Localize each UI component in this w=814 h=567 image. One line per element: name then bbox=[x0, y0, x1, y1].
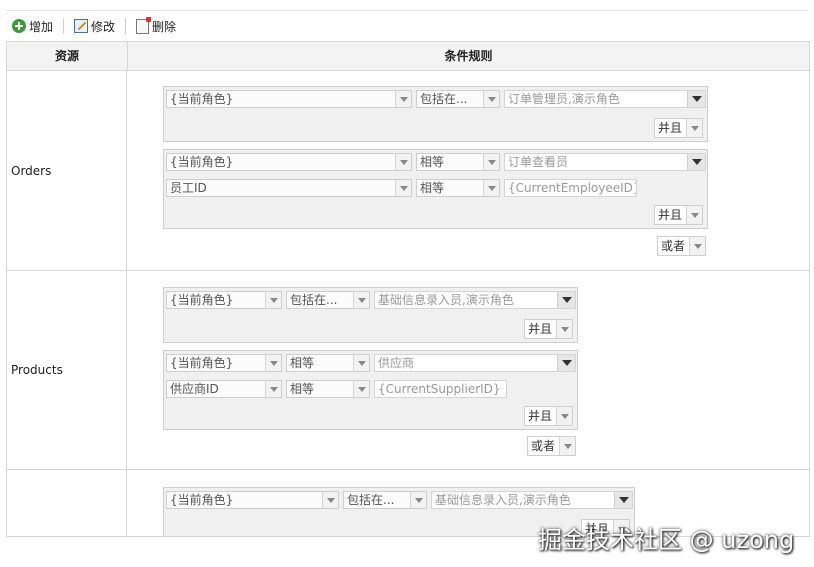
group-logic-select[interactable]: 并且 bbox=[524, 406, 573, 426]
value-input[interactable]: {CurrentEmployeeID} bbox=[504, 179, 637, 197]
table-row[interactable]: Orders {当前角色} 包括在... 订单管理员,演示角色 并且 {当前角色… bbox=[7, 71, 809, 271]
chevron-down-icon bbox=[687, 91, 705, 107]
field-select[interactable]: {当前角色} bbox=[166, 90, 412, 108]
table-row[interactable]: Products {当前角色} 包括在... 基础信息录入员,演示角色 并且 {… bbox=[7, 270, 809, 470]
rule-box: {当前角色} 包括在... 订单管理员,演示角色 并且 {当前角色} 相等 订单… bbox=[143, 81, 711, 259]
value-dropdown[interactable]: 基础信息录入员,演示角色 bbox=[431, 491, 633, 509]
chevron-down-icon bbox=[689, 237, 705, 255]
chevron-down-icon bbox=[265, 355, 281, 371]
chevron-down-icon bbox=[265, 381, 281, 397]
delete-icon bbox=[136, 16, 152, 34]
field-select[interactable]: 供应商ID bbox=[166, 380, 282, 398]
field-select[interactable]: 员工ID bbox=[166, 179, 412, 197]
group-logic-select[interactable]: 并且 bbox=[654, 205, 703, 225]
resource-name: Products bbox=[7, 270, 127, 469]
rule-box: {当前角色} 包括在... 基础信息录入员,演示角色 并且 {当前角色} 相等 … bbox=[143, 280, 603, 458]
field-select[interactable]: {当前角色} bbox=[166, 491, 339, 509]
delete-label: 删除 bbox=[152, 19, 177, 34]
condition-group: {当前角色} 相等 订单查看员 员工ID 相等 {CurrentEmployee… bbox=[163, 149, 708, 229]
resource-name bbox=[7, 469, 127, 536]
operator-select[interactable]: 包括在... bbox=[343, 491, 427, 509]
toolbar-separator bbox=[63, 18, 65, 34]
chevron-down-icon bbox=[483, 91, 499, 107]
plus-circle-icon bbox=[12, 19, 26, 33]
edit-label: 修改 bbox=[91, 19, 116, 34]
chevron-down-icon bbox=[395, 154, 411, 170]
watermark: 掘金技术社区 @ uzong bbox=[538, 526, 795, 554]
value-dropdown[interactable]: 基础信息录入员,演示角色 bbox=[374, 291, 576, 309]
delete-button[interactable]: 删除 bbox=[130, 15, 182, 37]
value-dropdown[interactable]: 订单查看员 bbox=[504, 153, 706, 171]
edit-button[interactable]: 修改 bbox=[68, 15, 121, 37]
resource-name: Orders bbox=[7, 71, 127, 270]
condition-group: {当前角色} 包括在... 订单管理员,演示角色 并且 bbox=[163, 86, 708, 142]
field-select[interactable]: {当前角色} bbox=[166, 354, 282, 372]
field-select[interactable]: {当前角色} bbox=[166, 153, 412, 171]
chevron-down-icon bbox=[395, 91, 411, 107]
operator-select[interactable]: 相等 bbox=[416, 179, 500, 197]
chevron-down-icon bbox=[557, 292, 575, 308]
operator-select[interactable]: 相等 bbox=[286, 380, 370, 398]
operator-select[interactable]: 相等 bbox=[286, 354, 370, 372]
value-input[interactable]: {CurrentSupplierID} bbox=[374, 380, 507, 398]
chevron-down-icon bbox=[353, 381, 369, 397]
chevron-down-icon bbox=[395, 180, 411, 196]
rules-grid: 资源 条件规则 Orders {当前角色} 包括在... 订单管理员,演示角色 … bbox=[6, 41, 810, 537]
condition-group: {当前角色} 相等 供应商 供应商ID 相等 {CurrentSupplierI… bbox=[163, 350, 578, 430]
header-rules: 条件规则 bbox=[444, 49, 493, 63]
add-label: 增加 bbox=[29, 19, 54, 34]
chevron-down-icon bbox=[559, 437, 575, 455]
chevron-down-icon bbox=[265, 292, 281, 308]
group-logic-select[interactable]: 并且 bbox=[654, 118, 703, 138]
toolbar-separator bbox=[125, 18, 127, 34]
field-select[interactable]: {当前角色} bbox=[166, 291, 282, 309]
header-resource: 资源 bbox=[7, 42, 128, 70]
chevron-down-icon bbox=[483, 154, 499, 170]
outer-logic-select[interactable]: 或者 bbox=[657, 236, 706, 256]
chevron-down-icon bbox=[557, 355, 575, 371]
chevron-down-icon bbox=[556, 407, 572, 425]
operator-select[interactable]: 相等 bbox=[416, 153, 500, 171]
operator-select[interactable]: 包括在... bbox=[416, 90, 500, 108]
group-logic-select[interactable]: 并且 bbox=[524, 319, 573, 339]
chevron-down-icon bbox=[614, 492, 632, 508]
chevron-down-icon bbox=[556, 320, 572, 338]
edit-icon bbox=[74, 19, 89, 33]
chevron-down-icon bbox=[686, 206, 702, 224]
add-button[interactable]: 增加 bbox=[6, 15, 59, 37]
toolbar: 增加 修改 删除 bbox=[6, 10, 808, 41]
operator-select[interactable]: 包括在... bbox=[286, 291, 370, 309]
chevron-down-icon bbox=[686, 119, 702, 137]
grid-header: 资源 条件规则 bbox=[7, 42, 809, 71]
chevron-down-icon bbox=[322, 492, 338, 508]
chevron-down-icon bbox=[687, 154, 705, 170]
chevron-down-icon bbox=[353, 355, 369, 371]
value-dropdown[interactable]: 订单管理员,演示角色 bbox=[504, 90, 706, 108]
chevron-down-icon bbox=[353, 292, 369, 308]
outer-logic-select[interactable]: 或者 bbox=[527, 436, 576, 456]
condition-group: {当前角色} 包括在... 基础信息录入员,演示角色 并且 bbox=[163, 287, 578, 343]
chevron-down-icon bbox=[410, 492, 426, 508]
chevron-down-icon bbox=[483, 180, 499, 196]
value-dropdown[interactable]: 供应商 bbox=[374, 354, 576, 372]
